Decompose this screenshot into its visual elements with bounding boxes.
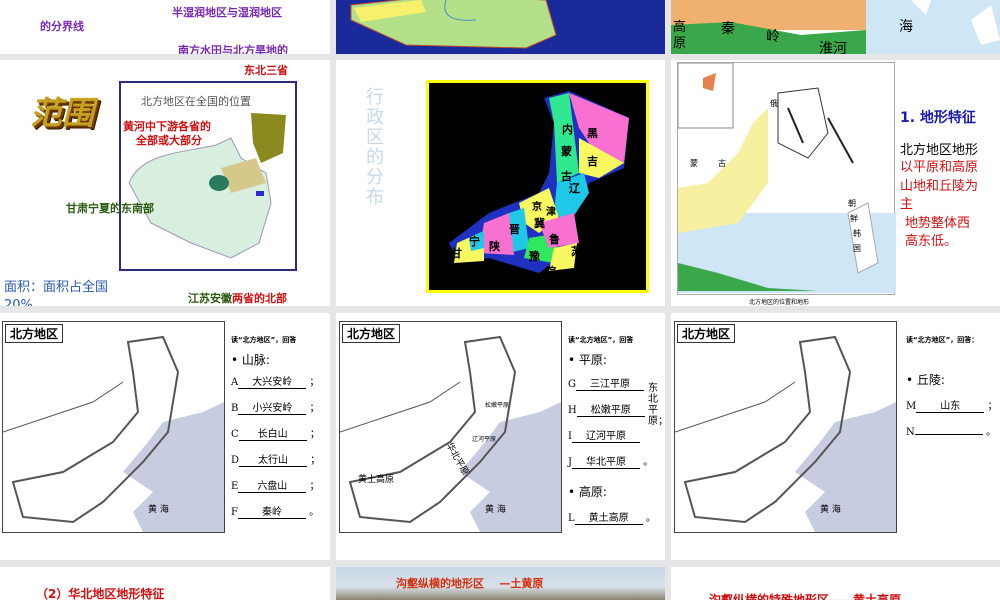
question-prompt: 读“北方地区”，回答： xyxy=(906,336,979,344)
province-jing: 京 xyxy=(532,202,542,213)
slide-thumbnail-12[interactable]: 沟壑纵横的特殊地形区——黄土高原 xyxy=(671,567,1000,600)
province-liao: 辽 xyxy=(569,182,580,195)
province-nei: 内 xyxy=(562,123,573,136)
slide-thumbnail-1[interactable]: 半湿润地区与湿润地区 的分界线 南方水田与北方旱地的 xyxy=(0,0,330,54)
label-han: 韩 xyxy=(853,229,861,238)
label-liaohe: 辽河平原 xyxy=(472,436,497,443)
answer-c: C 长白山 ； xyxy=(231,425,320,441)
vertical-title: 行政区的分布 xyxy=(366,87,384,208)
province-meng: 蒙 xyxy=(561,145,572,158)
province-ji: 吉 xyxy=(587,155,598,168)
province-yu: 豫 xyxy=(529,250,540,263)
slide-thumbnail-7[interactable]: 北方地区 黄 海 读“北方地区”，回答 • 山脉: A 大兴安岭 ； B 小兴安岭 … xyxy=(0,313,330,560)
province-wan: 皖 xyxy=(545,265,556,278)
label-guo: 国 xyxy=(853,244,861,253)
slide-thumbnail-11[interactable]: 沟壑纵横的地形区 —土黄原 xyxy=(336,567,665,600)
title-art-fanwei: 范围 xyxy=(30,94,95,132)
map-title: 北方地区 xyxy=(342,324,401,343)
text-paddy: 南方水田与北方旱地的 xyxy=(178,44,288,54)
label-loess-plateau: 黄土高原 xyxy=(358,475,395,485)
label-russia: 俄 xyxy=(770,99,778,108)
label-yellow-sea: 黄 海 xyxy=(148,505,169,515)
province-gan: 甘 xyxy=(451,247,462,260)
slide-thumbnail-2[interactable] xyxy=(336,0,665,54)
slide-thumbnail-10[interactable]: （2）华北地区地形特征 xyxy=(0,567,330,600)
slide-thumbnail-9[interactable]: 北方地区 黄 海 读“北方地区”，回答： • 丘陵: M 山东 ； N 。 xyxy=(671,313,1000,560)
province-shaan: 陕 xyxy=(489,240,500,253)
answer-d: D 太行山 ； xyxy=(231,451,320,467)
slide-title: （2）华北地区地形特征 xyxy=(36,587,165,600)
map-caption: 北方地区的位置和地形 xyxy=(749,299,810,306)
slide-thumbnail-6[interactable]: 蒙 古 俄 朝 鲜 韩 国 北方地区的位置和地形 1. 地形特征 北方地区地形 … xyxy=(671,60,1000,306)
section-mountains: • 山脉: xyxy=(231,353,270,367)
answer-m: M 山东 ； xyxy=(906,397,997,413)
label-gansu: 甘肃宁夏的东南部 xyxy=(66,202,154,215)
question-prompt: 读“北方地区”，回答 xyxy=(231,336,297,344)
province-ji-hebei: 冀 xyxy=(534,217,545,230)
text-boundary-2: 的分界线 xyxy=(40,20,84,33)
province-map: 内 蒙 古 黑 吉 辽 京 津 冀 晋 鲁 苏 宁 甘 陕 豫 皖 xyxy=(426,80,649,293)
section-plains: • 平原: xyxy=(568,353,607,367)
section-plateau: • 高原: xyxy=(568,485,607,499)
answer-e: E 六盘山 ； xyxy=(231,477,320,493)
terrain-location-map: 蒙 古 俄 朝 鲜 韩 国 xyxy=(677,62,896,295)
answer-h: H 松嫩平原 xyxy=(568,401,645,417)
label-jiangsu: 江苏安徽两省的北部 xyxy=(188,292,287,305)
label-qin: 秦 xyxy=(721,21,735,37)
answer-n: N 。 xyxy=(906,427,996,438)
terrain-line-4: 主 xyxy=(900,197,914,212)
area-text: 面积：面积占全国 xyxy=(4,280,109,295)
slide-title: 沟壑纵横的特殊地形区——黄土高原 xyxy=(709,593,902,600)
answer-l: L 黄土高原 。 xyxy=(568,509,656,525)
province-jin-tianjin: 津 xyxy=(546,207,556,218)
answer-i: I 辽河平原 xyxy=(568,427,640,443)
slide-title: 沟壑纵横的地形区 —土黄原 xyxy=(396,577,544,590)
terrain-map xyxy=(350,0,557,49)
label-yellow-river-2: 全部或大部分 xyxy=(136,134,202,147)
label-yellow-sea: 黄 海 xyxy=(820,505,841,515)
label-meng: 蒙 xyxy=(690,159,698,168)
answer-g: G 三江平原 xyxy=(568,375,644,391)
heading-terrain: 1. 地形特征 xyxy=(900,110,976,126)
answer-j: J 华北平原 。 xyxy=(568,453,653,469)
label-ling: 岭 xyxy=(766,29,780,45)
slide-thumbnail-3[interactable]: 高 原 秦 岭 淮河 海 xyxy=(671,0,1000,54)
text-boundary: 半湿润地区与湿润地区 xyxy=(172,6,282,19)
province-lu: 鲁 xyxy=(549,233,560,246)
north-region-map: 北方地区 黄 海 xyxy=(674,321,897,533)
label-sea: 海 xyxy=(899,19,913,35)
answer-f: F 秦岭 。 xyxy=(231,503,319,519)
label-northeast: 东北三省 xyxy=(244,64,288,77)
north-region-map: 北方地区 黄 海 xyxy=(2,321,225,533)
terrain-line-2: 以平原和高原 xyxy=(900,160,979,175)
map-title: 北方地区在全国的位置 xyxy=(141,95,251,108)
slide-thumbnail-5[interactable]: 行政区的分布 内 蒙 古 黑 吉 辽 京 津 冀 晋 鲁 苏 宁 甘 陕 豫 皖 xyxy=(336,60,665,306)
province-ning: 宁 xyxy=(469,235,480,248)
terrain-line-5: 地势整体西 xyxy=(905,216,971,231)
north-region-map: 北方地区 黄土高原 华北平原 松嫩平原 辽河平原 黄 海 xyxy=(339,321,562,533)
label-xian: 鲜 xyxy=(850,214,858,223)
label-gu: 古 xyxy=(718,159,726,168)
section-hills: • 丘陵: xyxy=(906,373,945,387)
map-title: 北方地区 xyxy=(5,324,64,343)
note-northeast-plain: 东北平原； xyxy=(648,383,665,427)
terrain-line-3: 山地和丘陵为 xyxy=(900,179,979,194)
answer-a: A 大兴安岭 ； xyxy=(231,373,319,389)
label-yellow-sea: 黄 海 xyxy=(485,505,506,515)
slide-thumbnail-8[interactable]: 北方地区 黄土高原 华北平原 松嫩平原 辽河平原 黄 海 读“北方地区”，回答 … xyxy=(336,313,665,560)
label-plateau-2: 原 xyxy=(673,36,687,51)
label-songnen: 松嫩平原 xyxy=(485,402,510,409)
province-jin-shanxi: 晋 xyxy=(509,223,520,236)
map-title: 北方地区 xyxy=(677,324,736,343)
china-position-map: 北方地区在全国的位置 xyxy=(119,81,297,271)
answer-b: B 小兴安岭 ； xyxy=(231,399,320,415)
province-su: 苏 xyxy=(571,245,582,258)
slide-thumbnail-4[interactable]: 范围 北方地区在全国的位置 东北三省 黄河中下游各省的 全部或大部分 甘肃宁夏的… xyxy=(0,60,330,306)
province-hei: 黑 xyxy=(587,127,598,140)
area-percent: 20%。 xyxy=(4,298,46,306)
label-huai-river: 淮河 xyxy=(819,41,847,54)
label-chao: 朝 xyxy=(848,199,856,208)
terrain-line-6: 高东低。 xyxy=(905,234,958,249)
question-prompt: 读“北方地区”，回答 xyxy=(568,336,634,344)
